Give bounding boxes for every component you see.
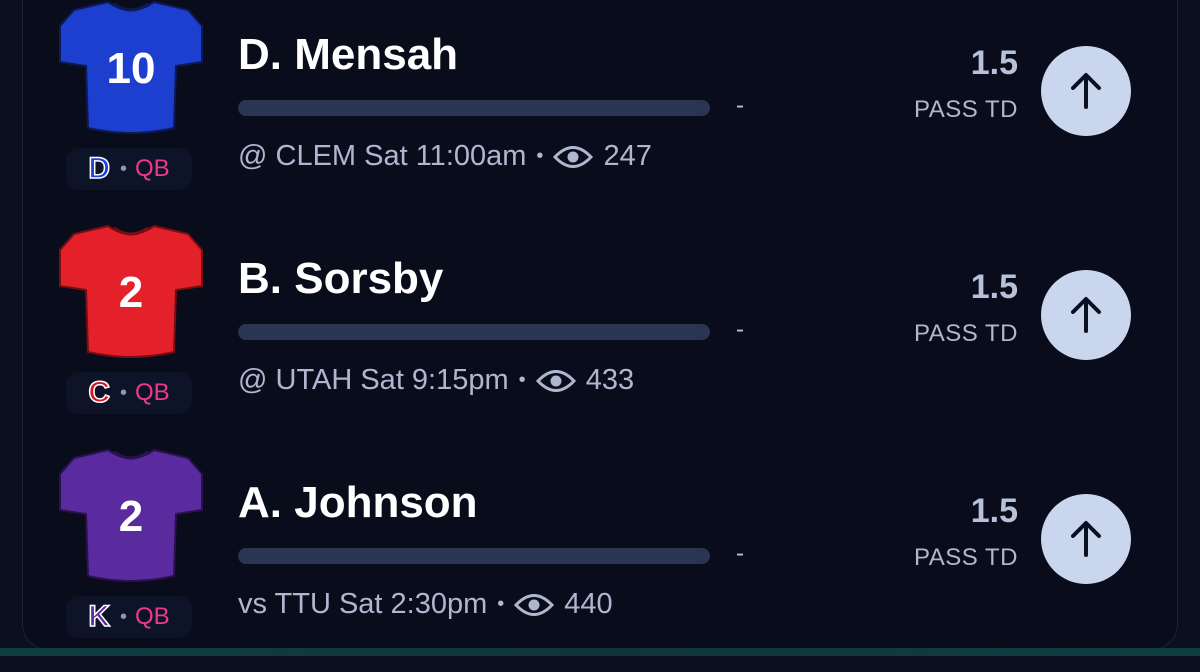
game-info: vs TTU Sat 2:30pm • 440 (238, 588, 613, 621)
team-logo: C (88, 376, 111, 409)
team-position-badge: K • QB (66, 596, 192, 638)
jersey-number: 10 (106, 44, 156, 93)
eye-icon (535, 369, 576, 392)
team-position-badge: D • QB (66, 148, 192, 190)
progress-bar (238, 324, 710, 340)
arrow-up-icon (1071, 521, 1101, 557)
position-label: QB (135, 603, 170, 630)
eye-icon (514, 593, 555, 616)
progress-value: - (736, 316, 744, 343)
player-row[interactable]: 2 C • QB B. Sorsby - @ UTAH Sat 9:15pm •… (0, 224, 1200, 448)
view-count: 247 (603, 140, 652, 172)
jersey-icon: 2 (56, 224, 206, 358)
more-button[interactable] (1041, 494, 1131, 584)
bottom-edge (0, 648, 1200, 656)
matchup-text: @ UTAH Sat 9:15pm (238, 364, 509, 396)
eye-icon (553, 145, 594, 168)
position-label: QB (135, 155, 170, 182)
matchup-text: vs TTU Sat 2:30pm (238, 588, 488, 620)
team-position-badge: C • QB (66, 372, 192, 414)
progress-bar (238, 100, 710, 116)
jersey-number: 2 (118, 268, 144, 317)
stat-type: PASS TD (914, 320, 1018, 347)
separator-dot: • (518, 369, 526, 391)
jersey-number: 2 (118, 492, 144, 541)
more-button[interactable] (1041, 270, 1131, 360)
view-count: 433 (585, 364, 635, 396)
game-info: @ CLEM Sat 11:00am • 247 (238, 140, 652, 173)
progress-value: - (736, 540, 744, 567)
matchup-text: @ CLEM Sat 11:00am (238, 140, 527, 172)
projection-line: 1.5 (970, 492, 1018, 530)
player-name[interactable]: A. Johnson (238, 478, 478, 528)
player-name[interactable]: D. Mensah (238, 30, 458, 80)
player-row[interactable]: 10 D • QB D. Mensah - @ CLEM Sat 11:00am… (0, 0, 1200, 224)
game-info: @ UTAH Sat 9:15pm • 433 (238, 364, 634, 397)
position-label: QB (135, 379, 170, 406)
team-logo: K (88, 600, 111, 633)
jersey-icon: 10 (56, 0, 206, 134)
arrow-up-icon (1071, 297, 1101, 333)
progress-value: - (736, 92, 744, 119)
separator-dot: • (536, 145, 544, 167)
stat-type: PASS TD (914, 96, 1018, 123)
separator-dot: • (119, 157, 127, 180)
player-row[interactable]: 2 K • QB A. Johnson - vs TTU Sat 2:30pm … (0, 448, 1200, 672)
arrow-up-icon (1071, 73, 1101, 109)
jersey-icon: 2 (56, 448, 206, 582)
more-button[interactable] (1041, 46, 1131, 136)
separator-dot: • (119, 381, 127, 404)
progress-bar (238, 548, 710, 564)
separator-dot: • (119, 605, 127, 628)
view-count: 440 (564, 588, 613, 620)
player-name[interactable]: B. Sorsby (238, 254, 443, 304)
team-logo: D (88, 152, 111, 185)
stat-type: PASS TD (914, 544, 1018, 571)
separator-dot: • (497, 593, 505, 615)
projection-line: 1.5 (970, 268, 1018, 306)
projection-line: 1.5 (970, 44, 1018, 82)
